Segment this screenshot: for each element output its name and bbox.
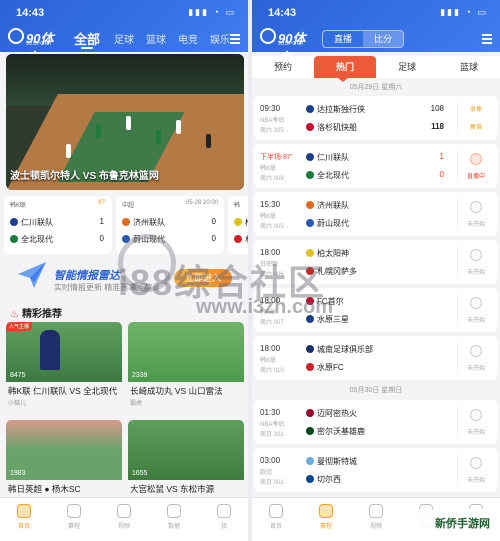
toggle-score[interactable]: 比分 xyxy=(363,31,403,47)
fire-icon: ♨ xyxy=(10,309,19,320)
match-row[interactable]: 18:00 韩K联 周六 010 城南足球俱乐部 水原FC 未开始 xyxy=(254,336,498,380)
tab-all[interactable]: 全部 xyxy=(74,29,100,49)
alarm-icon xyxy=(470,345,482,357)
top-header: 14:43 ▮▮▮ ◔ ▭ 90体育 90SPORT 全部 足球 篮球 电竞 娱… xyxy=(0,0,248,65)
calendar-icon[interactable] xyxy=(482,34,492,44)
video-card[interactable]: 1983 韩日英超 ● 杨木SC xyxy=(6,420,122,504)
alarm-icon xyxy=(470,249,482,261)
nav-video[interactable]: 视频 xyxy=(104,504,144,530)
video-card[interactable]: 2339 长崎成功丸 VS 山口雷法 霸虎 xyxy=(128,322,244,407)
app-logo: 90体育 90SPORT xyxy=(260,28,316,65)
video-card[interactable]: 人气主播 8475 韩K联 仁川联队 VS 全北现代 小猫儿 xyxy=(6,322,122,407)
signal-wifi-battery-icon: ▮▮▮ ◔ ▭ xyxy=(440,7,488,17)
toggle-live[interactable]: 直播 xyxy=(323,31,363,47)
nav-schedule[interactable]: 赛程 xyxy=(54,504,94,530)
match-card[interactable]: 韩K联 87' 仁川联队 全北现代 1 0 xyxy=(4,196,112,254)
status-time: 14:43 xyxy=(268,7,297,19)
trophy-icon xyxy=(67,504,81,518)
featured-video[interactable]: 波士顿凯尔特人 VS 布鲁克林篮网 xyxy=(6,54,244,190)
bottom-nav: 首页 赛程 视频 数据 我 xyxy=(0,497,248,541)
user-icon xyxy=(217,504,231,518)
alarm-icon xyxy=(470,297,482,309)
corner-watermark: 新侨手游网 xyxy=(392,509,496,539)
day-header: 05月29日 星期六 xyxy=(349,84,403,91)
live-score-toggle: 直播 比分 xyxy=(322,30,404,48)
tab-basketball[interactable]: 篮球 xyxy=(438,56,500,78)
video-caption: 波士顿凯尔特人 VS 布鲁克林篮网 xyxy=(10,171,159,182)
match-row[interactable]: 03:00 欧冠 周日 001 曼彻斯特城 切尔西 未开始 xyxy=(254,448,498,492)
nav-me[interactable]: 我 xyxy=(204,504,244,530)
tab-football[interactable]: 足球 xyxy=(114,31,134,46)
nav-home[interactable]: 首页 xyxy=(256,504,296,530)
home-icon xyxy=(17,504,31,518)
schedule-tabs: 预约 热门 足球 篮球 xyxy=(252,56,500,82)
home-icon xyxy=(269,504,283,518)
match-row[interactable]: 01:30 NBA季后 周日 301 迈阿密热火 密尔沃基雄鹿 未开始 xyxy=(254,400,498,444)
play-icon xyxy=(117,504,131,518)
tab-entertainment[interactable]: 娱乐 xyxy=(210,31,230,46)
nav-schedule[interactable]: 赛程 xyxy=(306,504,346,530)
alarm-icon xyxy=(470,457,482,469)
paper-plane-icon xyxy=(18,262,46,288)
nav-video[interactable]: 视频 xyxy=(356,504,396,530)
status-time: 14:43 xyxy=(16,7,45,19)
alarm-icon xyxy=(470,201,482,213)
promo-title: 智能情报雷达 xyxy=(54,270,120,282)
video-card[interactable]: 1655 大宫松鼠 VS 东松市源 xyxy=(128,420,244,504)
tab-esports[interactable]: 电竞 xyxy=(178,31,198,46)
nav-home[interactable]: 首页 xyxy=(4,504,44,530)
nav-data[interactable]: 数据 xyxy=(154,504,194,530)
match-row[interactable]: 下半场 87' 韩K联 周六 009 仁川联队 全北现代 1 0 直播中 xyxy=(254,144,498,188)
trophy-icon xyxy=(319,504,333,518)
app-logo: 90体育 90SPORT xyxy=(8,28,64,65)
watermark-url: www.i3zh.com xyxy=(196,296,334,318)
section-title: ♨ 精彩推荐 xyxy=(10,309,62,320)
tab-hot[interactable]: 热门 xyxy=(314,56,376,82)
tab-basketball[interactable]: 篮球 xyxy=(146,31,166,46)
menu-icon[interactable] xyxy=(230,34,240,44)
tab-reserved[interactable]: 预约 xyxy=(252,56,314,78)
top-header: 14:43 ▮▮▮ ◔ ▭ 90体育 90SPORT 直播 比分 xyxy=(252,0,500,65)
alarm-icon xyxy=(470,409,482,421)
day-header: 05月30日 星期日 xyxy=(349,387,403,394)
streamer-avatar xyxy=(470,153,482,165)
tab-football[interactable]: 足球 xyxy=(376,56,438,78)
match-row[interactable]: 15:30 韩K联 周六 005 济州联队 蔚山现代 未开始 xyxy=(254,192,498,236)
match-row[interactable]: 09:30 NBA季后 周六 305 达拉斯独行侠 洛杉矶快船 108 118 … xyxy=(254,96,498,140)
signal-wifi-battery-icon: ▮▮▮ ◔ ▭ xyxy=(188,7,236,17)
chart-icon xyxy=(167,504,181,518)
match-card[interactable]: 韩 柏太 札幌 xyxy=(228,196,248,254)
play-icon xyxy=(369,504,383,518)
